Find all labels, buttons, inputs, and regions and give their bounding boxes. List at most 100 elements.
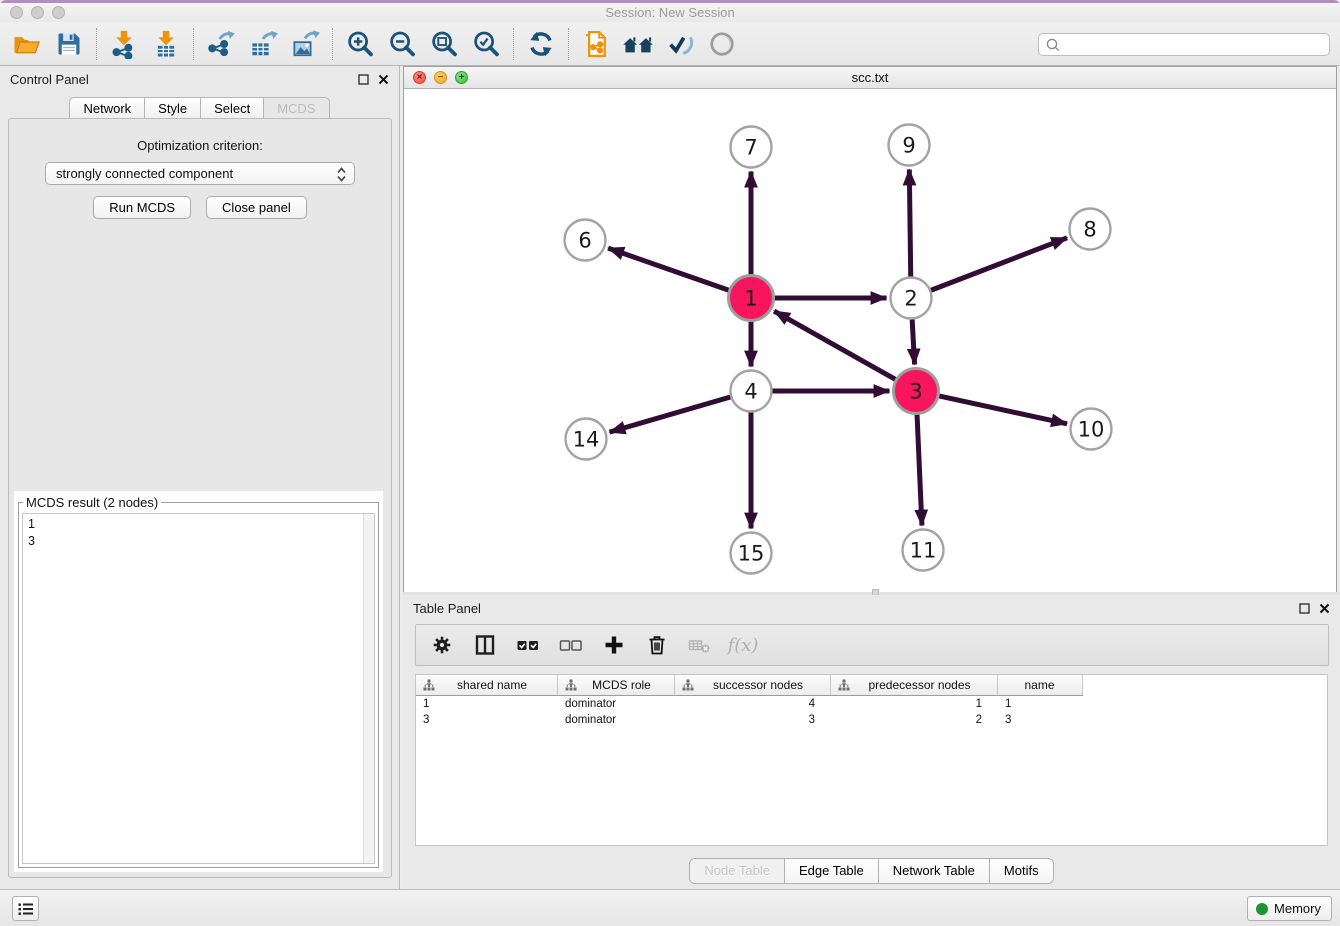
deselect-all-rows-button[interactable] <box>557 630 585 660</box>
minimize-window-icon[interactable] <box>31 6 44 19</box>
show-all-networks-button[interactable] <box>617 25 659 63</box>
tab-node-table[interactable]: Node Table <box>690 859 785 883</box>
criterion-value: strongly connected component <box>56 166 233 181</box>
save-session-button[interactable] <box>48 25 90 63</box>
graph-node-label: 7 <box>744 136 757 160</box>
graph-node-9[interactable]: 9 <box>889 125 930 166</box>
close-window-icon[interactable] <box>10 6 23 19</box>
float-panel-icon[interactable] <box>358 74 369 85</box>
import-table-button[interactable] <box>145 25 187 63</box>
delete-column-button[interactable] <box>643 630 671 660</box>
table-cell[interactable]: 1 <box>998 698 1083 710</box>
graph-node-8[interactable]: 8 <box>1070 209 1111 250</box>
graph-edge-2-8[interactable] <box>931 238 1067 290</box>
close-network-icon[interactable]: × <box>413 71 426 84</box>
tab-select[interactable]: Select <box>201 97 264 119</box>
select-all-rows-button[interactable] <box>514 630 542 660</box>
tree-icon <box>565 679 577 691</box>
graph-edge-2-3[interactable] <box>912 319 914 364</box>
graph-edge-3-11[interactable] <box>917 414 922 525</box>
graph-edge-1-6[interactable] <box>608 248 729 290</box>
create-column-button[interactable] <box>600 630 628 660</box>
graph-node-7[interactable]: 7 <box>731 127 772 168</box>
graph-node-11[interactable]: 11 <box>903 530 944 571</box>
maximize-window-icon[interactable] <box>52 6 65 19</box>
apply-layout-button[interactable] <box>520 25 562 63</box>
column-header-mcds-role[interactable]: MCDS role <box>558 675 675 695</box>
graph-node-1[interactable]: 1 <box>729 276 774 321</box>
table-cell[interactable]: 1 <box>831 698 998 710</box>
table-cell[interactable]: 3 <box>675 714 831 726</box>
column-header-predecessor-nodes[interactable]: predecessor nodes <box>831 675 998 695</box>
graph-node-6[interactable]: 6 <box>565 220 606 261</box>
show-panels-button[interactable] <box>12 896 39 921</box>
close-panel-icon[interactable] <box>1319 603 1330 614</box>
run-mcds-button[interactable]: Run MCDS <box>93 196 191 219</box>
new-network-from-selection-button[interactable] <box>575 25 617 63</box>
mcds-result-container: MCDS result (2 nodes) 1 3 <box>14 491 383 872</box>
table-cell[interactable]: 2 <box>831 714 998 726</box>
graph-node-10[interactable]: 10 <box>1071 409 1112 450</box>
export-network-button[interactable] <box>200 25 242 63</box>
result-scrollbar[interactable] <box>363 514 374 863</box>
float-panel-icon[interactable] <box>1299 603 1310 614</box>
toolbar-separator <box>513 28 514 60</box>
tab-network[interactable]: Network <box>69 97 145 119</box>
table-cell[interactable]: 3 <box>998 714 1083 726</box>
mcds-result-list[interactable]: 1 3 <box>22 513 375 864</box>
network-canvas[interactable]: 1 2 3 4 6 7 8 9 10 11 14 15 <box>404 89 1336 592</box>
search-input[interactable] <box>1066 38 1323 52</box>
graph-node-2[interactable]: 2 <box>891 278 932 319</box>
close-panel-button[interactable]: Close panel <box>206 196 307 219</box>
tab-edge-table[interactable]: Edge Table <box>785 859 879 883</box>
tab-style[interactable]: Style <box>145 97 201 119</box>
graph-node-15[interactable]: 15 <box>731 533 772 574</box>
table-panel: Table Panel <box>403 595 1340 889</box>
table-cell[interactable]: 1 <box>416 698 558 710</box>
zoom-in-button[interactable] <box>339 25 381 63</box>
zoom-fit-button[interactable] <box>423 25 465 63</box>
import-network-button[interactable] <box>103 25 145 63</box>
table-settings-button[interactable] <box>428 630 456 660</box>
show-column-panel-button[interactable] <box>471 630 499 660</box>
tab-network-table[interactable]: Network Table <box>879 859 990 883</box>
close-panel-icon[interactable] <box>378 74 389 85</box>
show-graphics-details-button[interactable] <box>659 25 701 63</box>
zoom-selected-button[interactable] <box>465 25 507 63</box>
memory-button[interactable]: Memory <box>1247 896 1332 921</box>
graph-node-3[interactable]: 3 <box>894 369 939 414</box>
graph-edge-4-14[interactable] <box>610 397 731 432</box>
minimize-network-icon[interactable]: − <box>434 71 447 84</box>
zoom-out-button[interactable] <box>381 25 423 63</box>
table-toolbar: f(x) <box>415 624 1329 666</box>
maximize-network-icon[interactable]: + <box>455 71 468 84</box>
graph-node-14[interactable]: 14 <box>566 419 607 460</box>
column-header-shared-name[interactable]: shared name <box>416 675 558 695</box>
column-header-name[interactable]: name <box>998 675 1083 695</box>
export-table-button[interactable] <box>242 25 284 63</box>
column-header-successor-nodes[interactable]: successor nodes <box>675 675 831 695</box>
tab-motifs[interactable]: Motifs <box>990 859 1053 883</box>
tab-mcds[interactable]: MCDS <box>264 97 329 119</box>
export-image-button[interactable] <box>284 25 326 63</box>
criterion-select[interactable]: strongly connected component <box>45 162 355 185</box>
select-stepper-icon <box>335 166 348 183</box>
table-cell[interactable]: 4 <box>675 698 831 710</box>
table-row[interactable]: 1dominator411 <box>416 696 1327 712</box>
graph-edge-3-1[interactable] <box>774 311 895 379</box>
graph-node-4[interactable]: 4 <box>731 371 772 412</box>
delete-table-button <box>686 630 714 660</box>
graph-edge-3-10[interactable] <box>939 396 1067 424</box>
mcds-panel: Optimization criterion: strongly connect… <box>8 118 392 878</box>
export-network-icon <box>206 29 236 59</box>
table-row[interactable]: 3dominator323 <box>416 712 1327 728</box>
tree-icon <box>682 679 694 691</box>
graph-edge-2-9[interactable] <box>909 169 910 276</box>
table-cell[interactable]: 3 <box>416 714 558 726</box>
network-window-titlebar[interactable]: × − + scc.txt <box>404 67 1336 89</box>
open-session-button[interactable] <box>6 25 48 63</box>
birds-eye-view-button[interactable] <box>701 25 743 63</box>
graph-node-label: 8 <box>1083 218 1096 242</box>
table-cell[interactable]: dominator <box>558 698 675 710</box>
table-cell[interactable]: dominator <box>558 714 675 726</box>
